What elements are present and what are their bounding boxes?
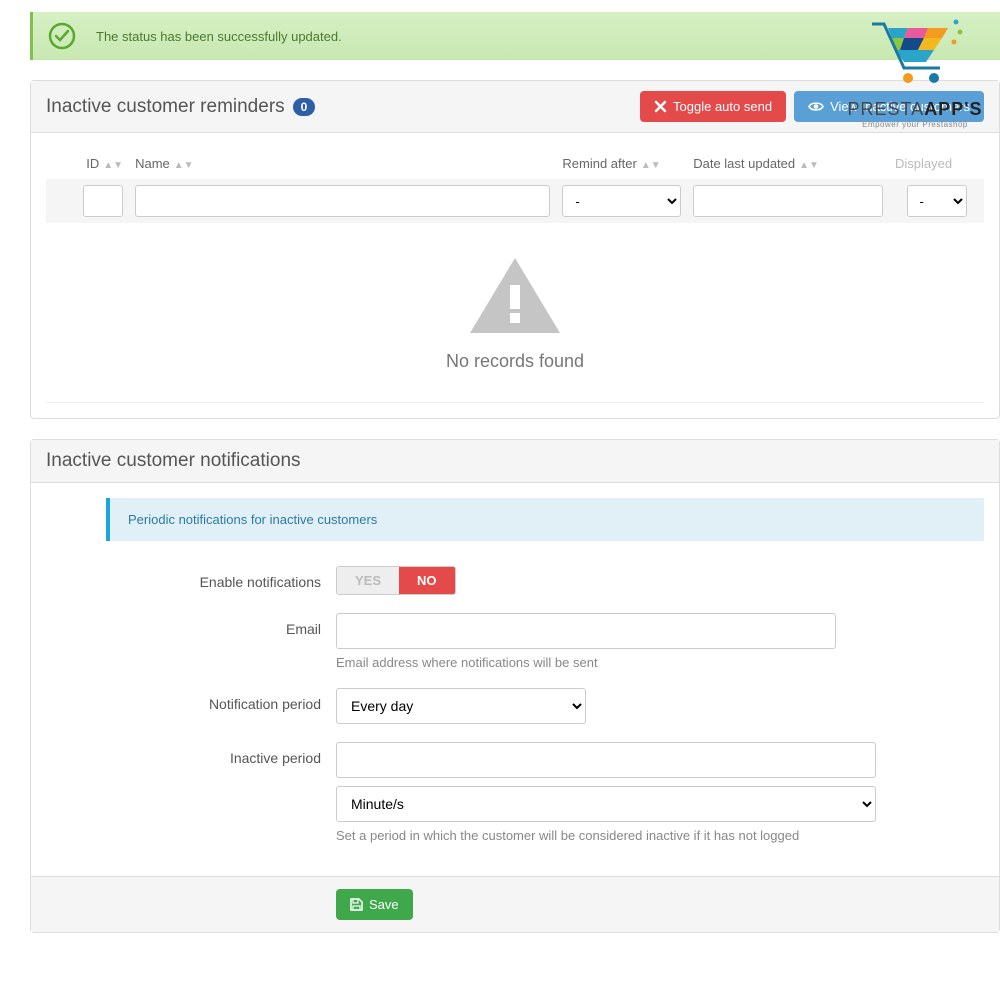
col-id[interactable]: ID▲▼	[46, 148, 129, 179]
notifications-header: Inactive customer notifications	[31, 440, 999, 483]
filter-date-input[interactable]	[693, 185, 883, 217]
notification-period-select[interactable]: Every day	[336, 688, 586, 724]
reminders-count-badge: 0	[293, 98, 316, 116]
reminders-panel: Inactive customer reminders 0 Toggle aut…	[30, 80, 1000, 419]
col-date-updated[interactable]: Date last updated▲▼	[687, 148, 889, 179]
toggle-no[interactable]: NO	[399, 567, 455, 594]
inactive-period-input[interactable]	[336, 742, 876, 778]
no-records: No records found	[46, 223, 984, 382]
reminders-title: Inactive customer reminders 0	[46, 96, 632, 118]
reminders-table: ID▲▼ Name▲▼ Remind after▲▼ Date last upd…	[46, 148, 984, 223]
eye-icon	[808, 100, 824, 113]
inactive-period-help: Set a period in which the customer will …	[336, 828, 876, 843]
notifications-info: Periodic notifications for inactive cust…	[106, 498, 984, 541]
email-input[interactable]	[336, 613, 836, 649]
status-alert-text: The status has been successfully updated…	[96, 29, 342, 44]
cart-logo-icon	[860, 18, 970, 96]
close-icon	[654, 100, 667, 113]
check-circle-icon	[48, 22, 76, 50]
filter-name-input[interactable]	[135, 185, 550, 217]
warning-icon	[465, 253, 565, 338]
col-remind-after[interactable]: Remind after▲▼	[556, 148, 687, 179]
filter-remind-select[interactable]: -	[562, 185, 681, 217]
filter-displayed-select[interactable]: -	[907, 185, 967, 217]
save-button[interactable]: Save	[336, 889, 413, 920]
email-label: Email	[46, 613, 336, 637]
enable-notifications-toggle[interactable]: YES NO	[336, 566, 456, 595]
save-icon	[350, 898, 363, 911]
email-help: Email address where notifications will b…	[336, 655, 836, 670]
toggle-auto-send-button[interactable]: Toggle auto send	[640, 91, 786, 122]
toggle-yes[interactable]: YES	[337, 567, 399, 594]
filter-id-input[interactable]	[83, 185, 123, 217]
no-records-text: No records found	[46, 351, 984, 372]
notifications-panel: Inactive customer notifications Periodic…	[30, 439, 1000, 933]
brand-tagline: Empower your Prestashop	[830, 120, 1000, 129]
inactive-period-label: Inactive period	[46, 742, 336, 766]
brand-name: PRESTAAPP'S	[830, 99, 1000, 120]
notification-period-label: Notification period	[46, 688, 336, 712]
notifications-title: Inactive customer notifications	[46, 450, 984, 472]
enable-notifications-label: Enable notifications	[46, 566, 336, 590]
col-displayed: Displayed	[889, 148, 984, 179]
brand-logo: PRESTAAPP'S Empower your Prestashop	[830, 18, 1000, 129]
col-name[interactable]: Name▲▼	[129, 148, 556, 179]
inactive-period-unit-select[interactable]: Minute/s	[336, 786, 876, 822]
